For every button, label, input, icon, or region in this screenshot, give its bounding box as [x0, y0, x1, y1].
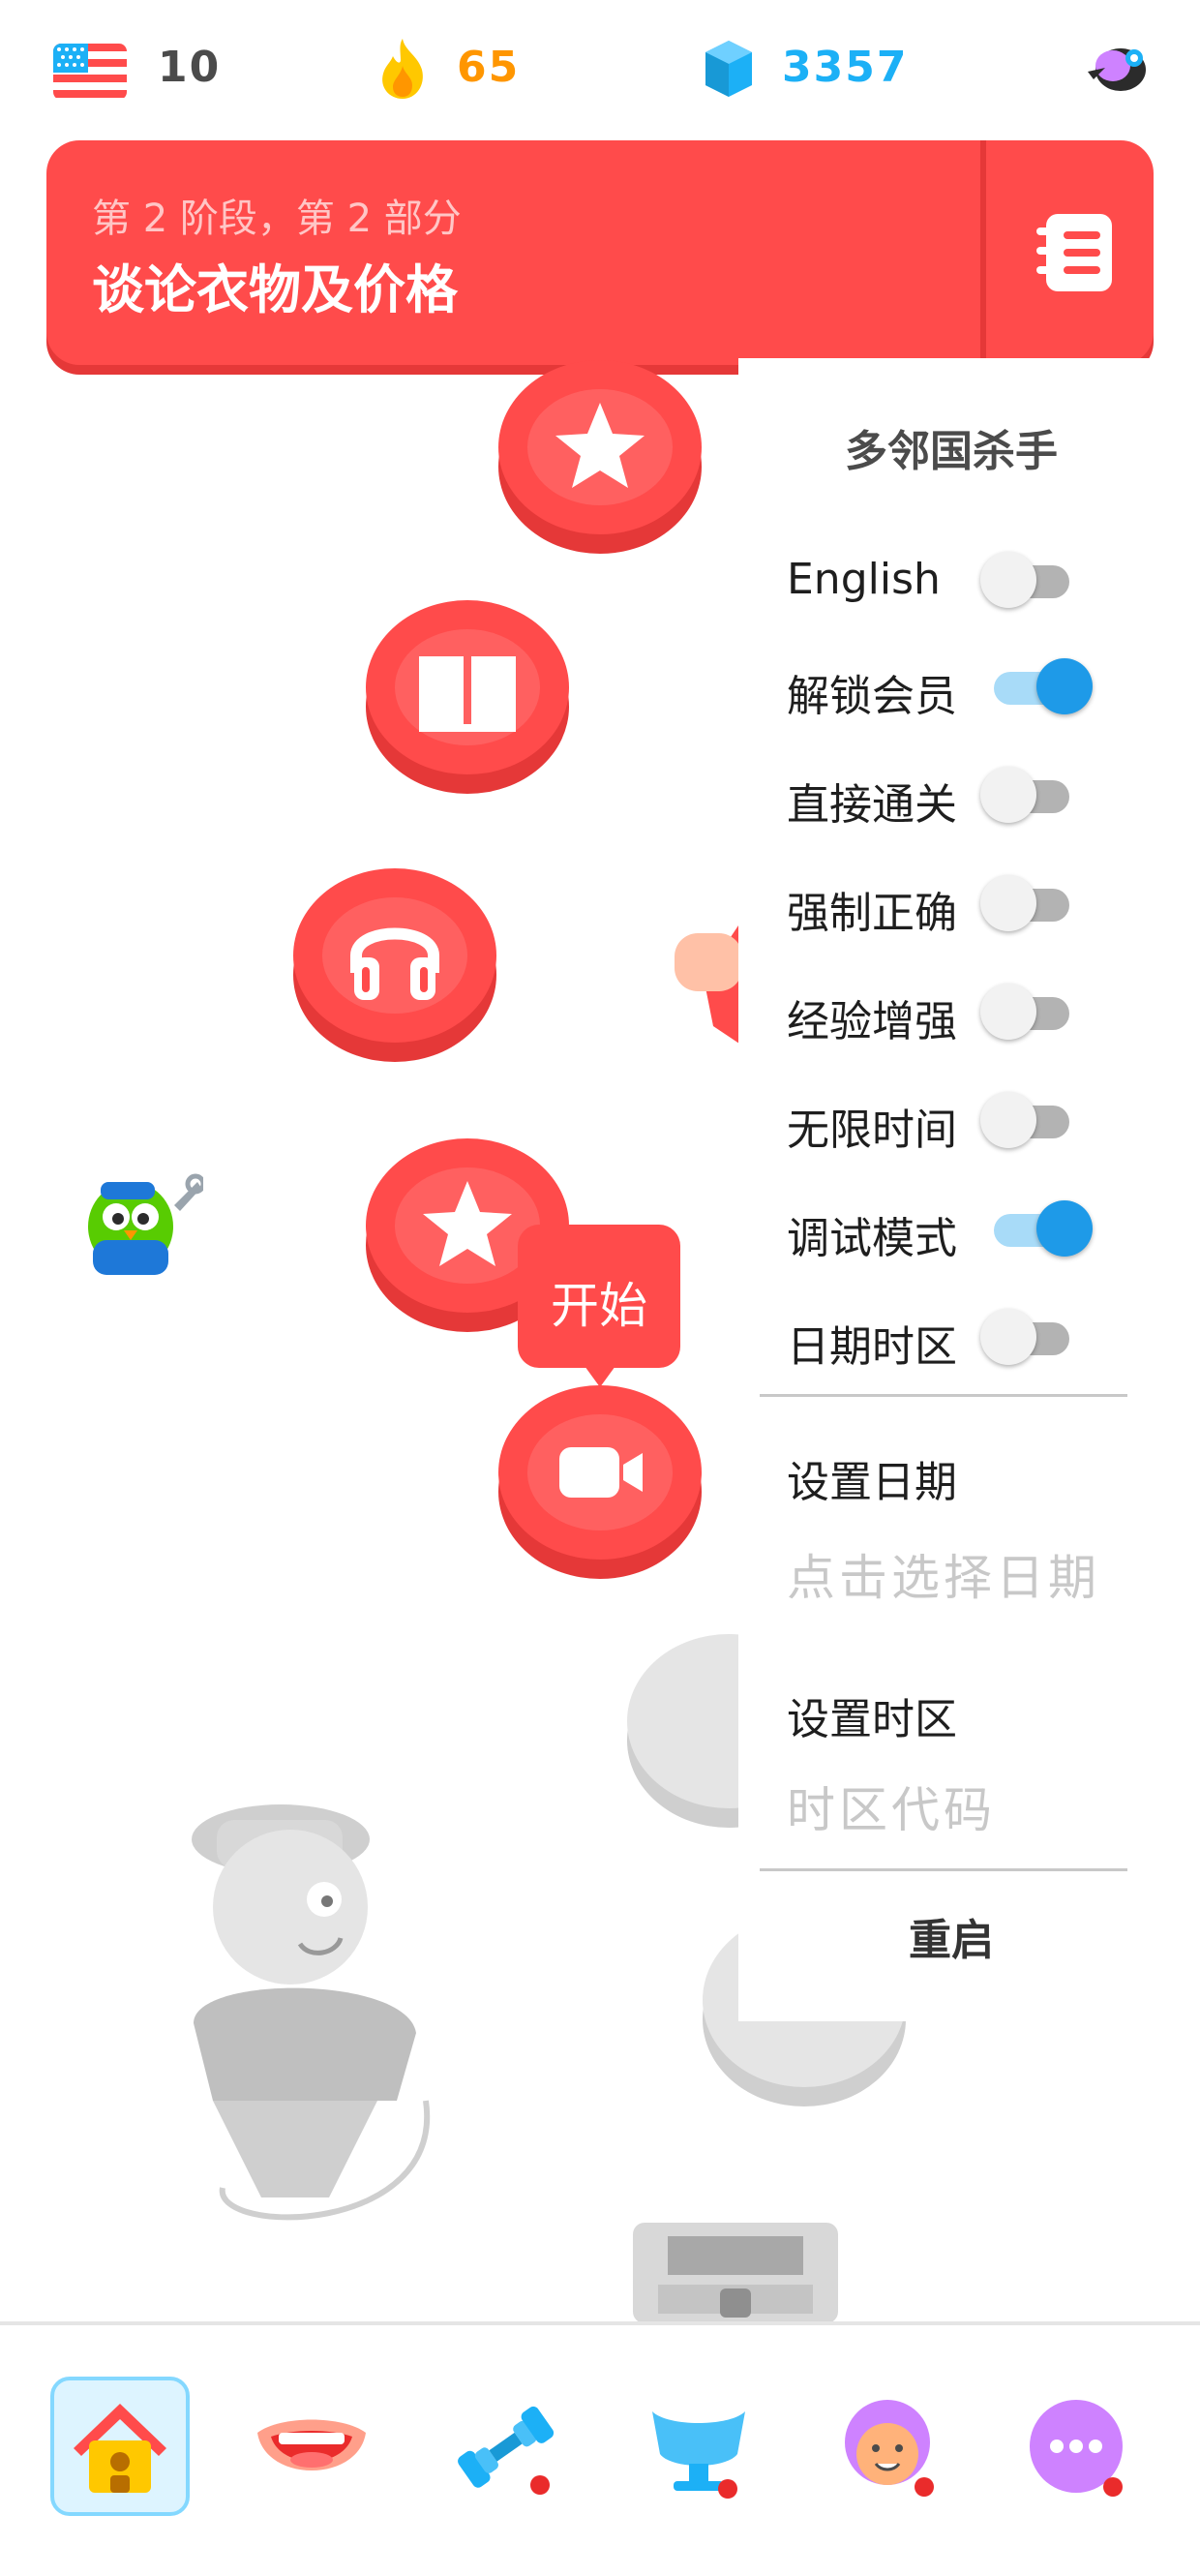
panel-divider-2 — [760, 1868, 1127, 1871]
book-icon — [419, 656, 516, 732]
unit-subtitle: 第 2 阶段，第 2 部分 — [92, 197, 462, 241]
mechanic-owl-icon[interactable] — [77, 1167, 203, 1283]
lesson-node-star[interactable] — [498, 360, 702, 554]
star-icon — [555, 403, 645, 488]
option-english-label: English — [787, 555, 941, 604]
start-label: 开始 — [551, 1278, 647, 1334]
panel-title: 多邻国杀手 — [845, 427, 1058, 476]
lesson-node-listening[interactable] — [293, 868, 496, 1062]
lesson-node-book[interactable] — [366, 600, 569, 794]
option-unlimited-time-label: 无限时间 — [787, 1106, 957, 1155]
practice-dumbbell-icon — [458, 2406, 555, 2495]
option-unlimited-time-toggle[interactable] — [980, 1092, 1069, 1148]
set-date-label: 设置日期 — [787, 1458, 957, 1507]
option-date-timezone-label: 日期时区 — [787, 1322, 957, 1372]
option-force-correct-label: 强制正确 — [787, 889, 957, 938]
video-camera-icon — [559, 1447, 643, 1498]
gem-icon[interactable] — [704, 39, 754, 99]
option-force-correct-toggle[interactable] — [980, 875, 1069, 931]
profile-icon[interactable] — [1084, 37, 1152, 97]
nav-characters[interactable] — [818, 2377, 957, 2516]
option-date-timezone-toggle[interactable] — [980, 1309, 1069, 1365]
set-timezone-label: 设置时区 — [787, 1695, 957, 1744]
more-icon — [1030, 2400, 1123, 2497]
guidebook-icon[interactable] — [1029, 210, 1125, 297]
xp-count[interactable]: 3357 — [782, 43, 908, 92]
star-icon — [423, 1181, 512, 1266]
us-flag-icon[interactable] — [53, 44, 127, 100]
date-picker-field[interactable]: 点击选择日期 — [787, 1539, 1100, 1609]
unit-title: 谈论衣物及价格 — [92, 259, 458, 320]
speaking-mouth-icon — [257, 2419, 366, 2470]
option-xp-boost-toggle[interactable] — [980, 984, 1069, 1040]
nav-home[interactable] — [50, 2377, 190, 2516]
unit-header-divider — [980, 140, 986, 365]
start-tooltip[interactable]: 开始 — [518, 1225, 680, 1387]
option-unlock-premium-label: 解锁会员 — [787, 672, 957, 721]
timezone-input[interactable]: 时区代码 — [787, 1772, 996, 1841]
option-debug-mode-label: 调试模式 — [787, 1214, 957, 1263]
headphones-icon — [350, 927, 439, 1000]
treasure-chest-icon[interactable] — [619, 2217, 852, 2323]
panel-divider — [760, 1394, 1127, 1397]
nav-practice[interactable] — [435, 2377, 575, 2516]
flame-icon[interactable] — [375, 37, 430, 101]
leagues-trophy-icon — [652, 2411, 745, 2499]
cheat-menu-panel: 多邻国杀手 English 解锁会员 直接通关 强制正确 经验增强 无限时间 调… — [738, 358, 1200, 2021]
restart-button[interactable]: 重启 — [738, 1905, 1164, 1967]
nav-more[interactable] — [1008, 2377, 1148, 2516]
option-direct-pass-toggle[interactable] — [980, 767, 1069, 823]
bottom-nav-divider — [0, 2321, 1200, 2325]
streak-count[interactable]: 10 — [158, 43, 221, 92]
option-direct-pass-label: 直接通关 — [787, 780, 957, 830]
option-english-toggle[interactable] — [980, 552, 1069, 608]
nav-speaking[interactable] — [242, 2377, 381, 2516]
unit-header[interactable]: 第 2 阶段，第 2 部分 谈论衣物及价格 — [46, 140, 1154, 365]
option-debug-mode-toggle[interactable] — [980, 1200, 1093, 1257]
characters-avatar-icon — [845, 2400, 934, 2497]
lesson-node-video[interactable] — [498, 1385, 702, 1579]
character-jumprope-icon — [192, 1804, 431, 2221]
gems-count[interactable]: 65 — [457, 43, 520, 92]
home-icon — [74, 2404, 166, 2493]
option-unlock-premium-toggle[interactable] — [980, 658, 1093, 714]
nav-leagues[interactable] — [629, 2377, 768, 2516]
hand-icon — [675, 920, 742, 1046]
option-xp-boost-label: 经验增强 — [787, 997, 957, 1046]
